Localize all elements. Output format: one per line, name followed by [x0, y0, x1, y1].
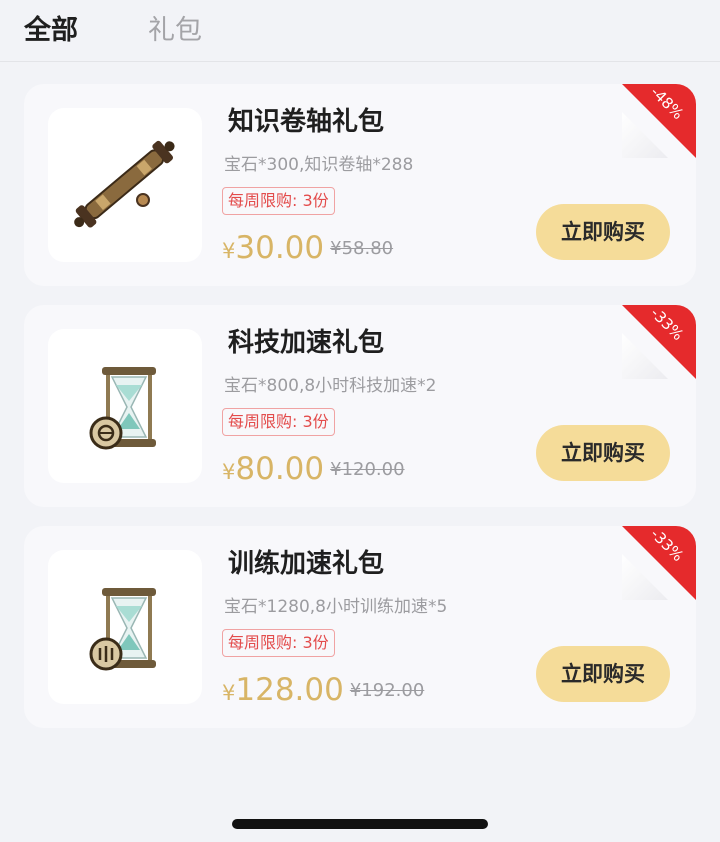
price-row: ¥30.00 ¥58.80 [222, 228, 393, 273]
currency-symbol: ¥ [222, 239, 236, 263]
currency-symbol: ¥ [222, 460, 236, 484]
product-contents: 宝石*1280,8小时训练加速*5 [224, 597, 448, 617]
product-title: 训练加速礼包 [228, 549, 385, 579]
category-tabs: 全部 礼包 [0, 0, 720, 62]
original-price: ¥192.00 [349, 680, 425, 701]
buy-now-button[interactable]: 立即购买 [536, 425, 670, 481]
original-price: ¥58.80 [330, 238, 394, 259]
purchase-limit-badge: 每周限购: 3份 [222, 408, 335, 436]
buy-now-button[interactable]: 立即购买 [536, 646, 670, 702]
product-card-scroll[interactable]: 知识卷轴礼包 宝石*300,知识卷轴*288 每周限购: 3份 ¥30.00 ¥5… [24, 84, 696, 286]
tab-all[interactable]: 全部 [24, 14, 78, 48]
product-thumbnail [48, 108, 202, 262]
product-contents: 宝石*800,8小时科技加速*2 [224, 376, 437, 396]
product-card-training-speedup[interactable]: 训练加速礼包 宝石*1280,8小时训练加速*5 每周限购: 3份 ¥128.0… [24, 526, 696, 728]
tab-gift-packs[interactable]: 礼包 [148, 14, 202, 48]
buy-now-button[interactable]: 立即购买 [536, 204, 670, 260]
sale-price: 30.00 [235, 230, 325, 266]
hourglass-training-icon [89, 588, 156, 671]
product-thumbnail [48, 329, 202, 483]
hourglass-tech-icon [89, 367, 156, 450]
home-indicator[interactable] [232, 819, 488, 829]
product-thumbnail [48, 550, 202, 704]
discount-badge: -33% [622, 526, 696, 600]
product-contents: 宝石*300,知识卷轴*288 [224, 155, 414, 175]
discount-badge: -33% [622, 305, 696, 379]
purchase-limit-badge: 每周限购: 3份 [222, 629, 335, 657]
discount-badge: -48% [622, 84, 696, 158]
product-title: 知识卷轴礼包 [228, 107, 385, 137]
sale-price: 128.00 [235, 672, 344, 708]
price-row: ¥128.00 ¥192.00 [222, 670, 424, 715]
product-card-tech-speedup[interactable]: 科技加速礼包 宝石*800,8小时科技加速*2 每周限购: 3份 ¥80.00 ¥… [24, 305, 696, 507]
sale-price: 80.00 [235, 451, 325, 487]
original-price: ¥120.00 [330, 459, 405, 480]
purchase-limit-badge: 每周限购: 3份 [222, 187, 335, 215]
currency-symbol: ¥ [222, 681, 236, 705]
product-title: 科技加速礼包 [228, 328, 385, 358]
price-row: ¥80.00 ¥120.00 [222, 449, 405, 494]
scroll-icon [74, 140, 175, 228]
